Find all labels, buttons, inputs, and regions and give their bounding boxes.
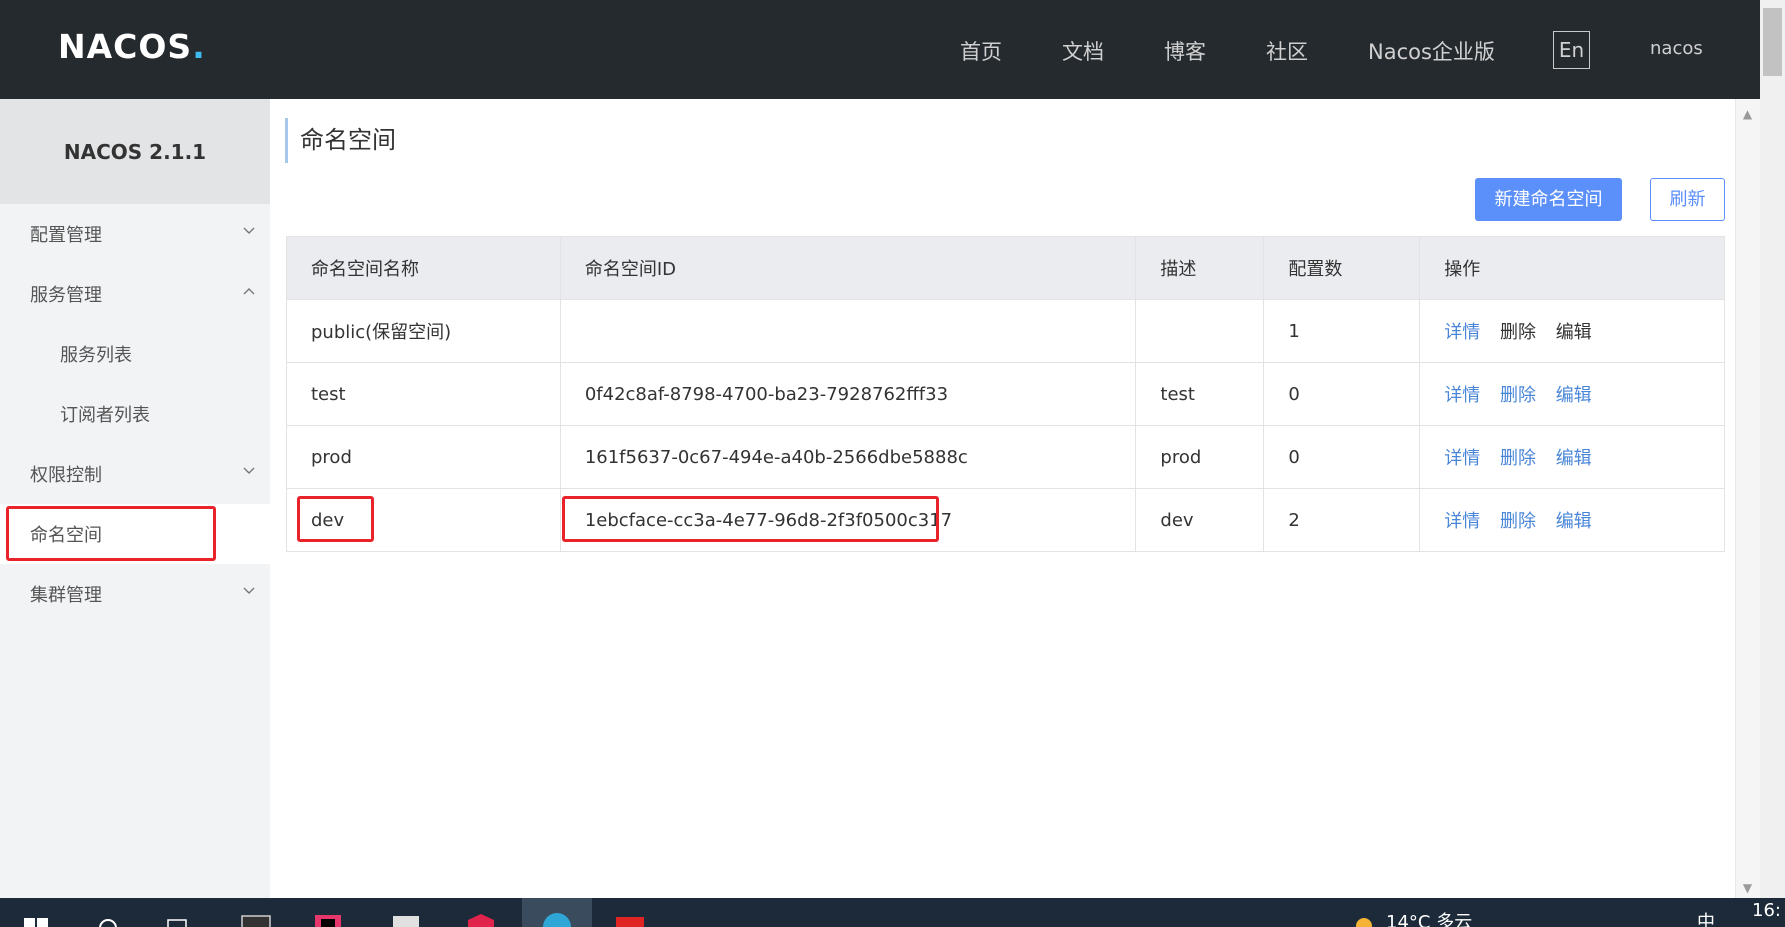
xshell-app-icon[interactable]	[612, 912, 648, 927]
cell-description	[1135, 299, 1265, 363]
table-row: dev 1ebcface-cc3a-4e77-96d8-2f3f0500c317…	[286, 488, 1725, 552]
table-row: prod 161f5637-0c67-494e-a40b-2566dbe5888…	[286, 425, 1725, 489]
details-link[interactable]: 详情	[1444, 385, 1480, 406]
cell-config-count: 1	[1263, 299, 1421, 363]
weather-icon[interactable]	[1352, 912, 1376, 927]
language-toggle-button[interactable]: En	[1553, 31, 1590, 69]
delete-link[interactable]: 删除	[1500, 448, 1536, 469]
chevron-down-icon	[243, 227, 255, 234]
ime-indicator[interactable]: 中	[1697, 908, 1715, 927]
windows-start-icon[interactable]	[22, 912, 50, 927]
sidebar-item-cluster-management[interactable]: 集群管理	[0, 564, 270, 624]
cell-actions: 详情 删除 编辑	[1419, 362, 1725, 426]
column-header-id: 命名空间ID	[559, 236, 1137, 300]
column-header-description: 描述	[1135, 236, 1265, 300]
delete-link[interactable]: 删除	[1500, 511, 1536, 532]
edit-link[interactable]: 编辑	[1556, 385, 1592, 406]
sidebar-item-label: 订阅者列表	[60, 405, 150, 426]
details-link[interactable]: 详情	[1444, 511, 1480, 532]
sidebar-version-title: NACOS 2.1.1	[0, 99, 270, 204]
sidebar-item-label: 服务管理	[30, 285, 102, 306]
details-link[interactable]: 详情	[1444, 322, 1480, 343]
cell-config-count: 0	[1263, 425, 1421, 489]
sidebar-item-label: 集群管理	[30, 585, 102, 606]
search-icon[interactable]	[94, 912, 122, 927]
sidebar-item-access-control[interactable]: 权限控制	[0, 444, 270, 504]
logo-text: NACOS	[58, 26, 193, 66]
scrollbar-thumb[interactable]	[1763, 8, 1782, 76]
create-namespace-button[interactable]: 新建命名空间	[1475, 178, 1622, 221]
delete-link[interactable]: 删除	[1500, 385, 1536, 406]
edit-link: 编辑	[1555, 322, 1592, 343]
column-header-actions: 操作	[1419, 236, 1725, 300]
cell-namespace-id	[559, 299, 1137, 363]
sidebar-item-config-management[interactable]: 配置管理	[0, 204, 270, 264]
cell-namespace-name: dev	[286, 488, 561, 552]
cell-description: prod	[1135, 425, 1265, 489]
cell-namespace-id: 1ebcface-cc3a-4e77-96d8-2f3f0500c317	[559, 488, 1137, 552]
typora-app-icon[interactable]	[390, 912, 422, 927]
refresh-button[interactable]: 刷新	[1650, 178, 1725, 221]
cell-namespace-name: prod	[286, 425, 561, 489]
sidebar-item-namespace[interactable]: 命名空间	[0, 504, 270, 564]
os-taskbar: 14°C 多云 中 16:	[0, 898, 1785, 927]
scroll-up-arrow-icon[interactable]: ▲	[1735, 104, 1760, 124]
top-navbar: NACOS. 首页 文档 博客 社区 Nacos企业版 En nacos	[0, 0, 1760, 99]
table-header-row: 命名空间名称 命名空间ID 描述 配置数 操作	[286, 236, 1725, 300]
nav-community[interactable]: 社区	[1266, 36, 1308, 66]
content-scrollbar[interactable]	[1735, 99, 1760, 898]
table-row: test 0f42c8af-8798-4700-ba23-7928762fff3…	[286, 362, 1725, 426]
nav-docs[interactable]: 文档	[1062, 36, 1104, 66]
cell-description: test	[1135, 362, 1265, 426]
sidebar-item-label: 命名空间	[30, 525, 102, 546]
nav-home[interactable]: 首页	[960, 36, 1002, 66]
cell-description: dev	[1135, 488, 1265, 552]
chevron-down-icon	[243, 467, 255, 474]
column-header-config-count: 配置数	[1263, 236, 1421, 300]
app-shield-icon[interactable]	[465, 912, 497, 927]
cell-actions: 详情 删除 编辑	[1419, 488, 1725, 552]
user-menu[interactable]: nacos	[1650, 38, 1703, 59]
sidebar-item-label: 配置管理	[30, 225, 102, 246]
chevron-down-icon	[243, 587, 255, 594]
cell-namespace-id: 0f42c8af-8798-4700-ba23-7928762fff33	[559, 362, 1137, 426]
nav-blog[interactable]: 博客	[1164, 36, 1206, 66]
column-header-name: 命名空间名称	[286, 236, 561, 300]
sidebar: NACOS 2.1.1 配置管理 服务管理 服务列表 订阅者列表 权限控制 命名…	[0, 99, 270, 898]
cell-namespace-name: public(保留空间)	[286, 299, 561, 363]
cell-actions: 详情 删除 编辑	[1419, 299, 1725, 363]
browser-scrollbar[interactable]	[1760, 0, 1785, 898]
sidebar-item-service-management[interactable]: 服务管理	[0, 264, 270, 324]
edit-link[interactable]: 编辑	[1556, 511, 1592, 532]
sidebar-item-subscriber-list[interactable]: 订阅者列表	[0, 384, 270, 444]
sidebar-item-label: 权限控制	[30, 465, 102, 486]
weather-text[interactable]: 14°C 多云	[1386, 908, 1472, 927]
edge-browser-icon	[543, 913, 571, 927]
edit-link[interactable]: 编辑	[1556, 448, 1592, 469]
sidebar-item-label: 服务列表	[60, 345, 132, 366]
table-row: public(保留空间) 1 详情 删除 编辑	[286, 299, 1725, 363]
nacos-logo[interactable]: NACOS.	[58, 26, 205, 66]
cell-actions: 详情 删除 编辑	[1419, 425, 1725, 489]
page-title: 命名空间	[285, 118, 396, 163]
clock-text[interactable]: 16:	[1752, 900, 1781, 921]
active-taskbar-slot[interactable]	[522, 898, 592, 927]
sidebar-item-service-list[interactable]: 服务列表	[0, 324, 270, 384]
cell-config-count: 2	[1263, 488, 1421, 552]
chevron-up-icon	[243, 288, 255, 295]
namespace-table: 命名空间名称 命名空间ID 描述 配置数 操作 public(保留空间) 1 详…	[286, 236, 1725, 552]
cell-config-count: 0	[1263, 362, 1421, 426]
intellij-app-icon[interactable]	[312, 912, 344, 927]
main-content: 命名空间 新建命名空间 刷新 命名空间名称 命名空间ID 描述 配置数 操作 p…	[270, 99, 1735, 898]
terminal-app-icon[interactable]	[240, 912, 272, 927]
cell-namespace-id: 161f5637-0c67-494e-a40b-2566dbe5888c	[559, 425, 1137, 489]
task-view-icon[interactable]	[164, 912, 192, 927]
details-link[interactable]: 详情	[1444, 448, 1480, 469]
cell-namespace-name: test	[286, 362, 561, 426]
nav-enterprise[interactable]: Nacos企业版	[1368, 36, 1495, 66]
delete-link: 删除	[1499, 322, 1536, 343]
scroll-down-arrow-icon[interactable]: ▼	[1735, 878, 1760, 898]
